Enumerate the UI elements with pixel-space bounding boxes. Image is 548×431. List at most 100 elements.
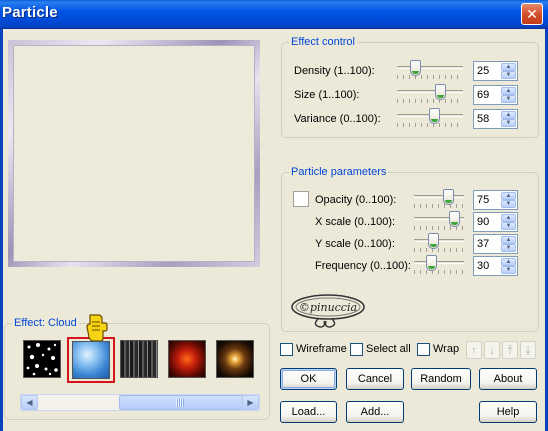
move-bottom-button[interactable]: ⤓ <box>520 341 536 359</box>
select-all-checkbox[interactable] <box>350 343 363 356</box>
cancel-button[interactable]: Cancel <box>346 368 404 390</box>
scroll-grip <box>176 399 184 407</box>
window-title: Particle <box>2 4 58 21</box>
particle-param-slider-ticks-0 <box>414 204 464 208</box>
spin-down-icon[interactable]: ▼ <box>501 222 516 230</box>
effect-control-spin-buttons-1[interactable]: ▲ ▼ <box>501 87 516 103</box>
load-button[interactable]: Load... <box>280 401 337 423</box>
preview-canvas <box>13 45 255 262</box>
title-bar: Particle ✕ <box>0 0 548 29</box>
spin-up-icon[interactable]: ▲ <box>501 63 516 71</box>
preview-frame <box>8 40 260 267</box>
particle-param-spin-buttons-0[interactable]: ▲ ▼ <box>501 192 516 208</box>
effect-thumb-sparkle[interactable] <box>216 340 254 378</box>
effect-control-spin-input-0[interactable]: 25 ▲ ▼ <box>473 61 518 81</box>
wireframe-label: Wireframe <box>296 343 347 355</box>
spin-up-icon[interactable]: ▲ <box>501 192 516 200</box>
opacity-checkbox[interactable] <box>293 191 309 207</box>
particle-param-slider-thumb-3[interactable] <box>425 255 437 271</box>
spin-down-icon[interactable]: ▼ <box>501 200 516 208</box>
effect-control-spin-buttons-0[interactable]: ▲ ▼ <box>501 63 516 79</box>
particle-param-label-2: Y scale (0..100): <box>315 238 395 250</box>
effect-control-spin-buttons-2[interactable]: ▲ ▼ <box>501 111 516 127</box>
particle-param-spin-value-1: 90 <box>477 216 490 228</box>
particle-param-spin-value-3: 30 <box>477 260 490 272</box>
effect-thumb-cloud[interactable] <box>72 341 110 379</box>
wireframe-checkbox[interactable] <box>280 343 293 356</box>
effect-control-spin-input-2[interactable]: 58 ▲ ▼ <box>473 109 518 129</box>
scroll-thumb[interactable] <box>119 395 243 410</box>
spin-down-icon[interactable]: ▼ <box>501 119 516 127</box>
effect-control-spin-value-1: 69 <box>477 89 490 101</box>
effect-control-label-1: Size (1..100): <box>294 89 360 101</box>
particle-param-slider-track-3[interactable] <box>414 261 464 264</box>
effect-group-title: Effect: Cloud <box>12 317 79 329</box>
particle-param-label-0: Opacity (0..100): <box>315 194 397 206</box>
particle-param-slider-track-0[interactable] <box>414 195 464 198</box>
particle-param-label-1: X scale (0..100): <box>315 216 396 228</box>
window-frame-left <box>0 29 3 431</box>
particle-param-spin-input-3[interactable]: 30 ▲ ▼ <box>473 256 518 276</box>
particle-parameters-title: Particle parameters <box>289 166 389 178</box>
help-button[interactable]: Help <box>479 401 537 423</box>
add-button[interactable]: Add... <box>346 401 404 423</box>
spin-up-icon[interactable]: ▲ <box>501 111 516 119</box>
chevron-left-icon: ◀ <box>26 398 33 407</box>
effect-control-slider-ticks-2 <box>397 123 463 127</box>
effect-thumb-fire[interactable] <box>168 340 206 378</box>
effect-control-spin-value-2: 58 <box>477 113 490 125</box>
pinuccia-watermark: ©pinuccia <box>291 294 365 328</box>
effect-thumb-stars[interactable] <box>23 340 61 378</box>
close-button[interactable]: ✕ <box>521 3 543 25</box>
particle-param-spin-value-2: 37 <box>477 238 490 250</box>
effect-scrollbar[interactable]: ◀ ▶ <box>20 394 260 411</box>
spin-up-icon[interactable]: ▲ <box>501 236 516 244</box>
scroll-left-button[interactable]: ◀ <box>21 395 38 410</box>
particle-param-spin-input-2[interactable]: 37 ▲ ▼ <box>473 234 518 254</box>
move-top-button[interactable]: ⤒ <box>502 341 518 359</box>
particle-param-spin-input-0[interactable]: 75 ▲ ▼ <box>473 190 518 210</box>
effect-control-slider-ticks-0 <box>397 75 463 79</box>
arrow-to-bottom-icon: ⤓ <box>525 343 531 357</box>
effect-control-slider-thumb-0[interactable] <box>410 60 422 76</box>
spin-up-icon[interactable]: ▲ <box>501 258 516 266</box>
effect-control-slider-thumb-1[interactable] <box>434 84 446 100</box>
effect-control-slider-track-1[interactable] <box>397 90 463 93</box>
scroll-right-button[interactable]: ▶ <box>242 395 259 410</box>
ok-button[interactable]: OK <box>280 368 337 390</box>
pointing-hand-icon <box>86 314 108 341</box>
particle-param-spin-buttons-3[interactable]: ▲ ▼ <box>501 258 516 274</box>
particle-param-slider-thumb-0[interactable] <box>443 189 455 205</box>
effect-thumb-smoke[interactable] <box>120 340 158 378</box>
effect-control-spin-input-1[interactable]: 69 ▲ ▼ <box>473 85 518 105</box>
spin-down-icon[interactable]: ▼ <box>501 244 516 252</box>
spin-down-icon[interactable]: ▼ <box>501 71 516 79</box>
arrow-down-icon: ↓ <box>489 343 495 357</box>
stars-preview-image <box>26 343 58 376</box>
spin-up-icon[interactable]: ▲ <box>501 214 516 222</box>
select-all-label: Select all <box>366 343 411 355</box>
effect-control-spin-value-0: 25 <box>477 65 490 77</box>
particle-param-slider-thumb-2[interactable] <box>428 233 440 249</box>
particle-param-spin-buttons-1[interactable]: ▲ ▼ <box>501 214 516 230</box>
particle-param-spin-buttons-2[interactable]: ▲ ▼ <box>501 236 516 252</box>
random-button[interactable]: Random <box>411 368 471 390</box>
effect-control-slider-ticks-1 <box>397 99 463 103</box>
chevron-right-icon: ▶ <box>247 398 254 407</box>
wrap-checkbox[interactable] <box>417 343 430 356</box>
wrap-label: Wrap <box>433 343 460 355</box>
spin-up-icon[interactable]: ▲ <box>501 87 516 95</box>
effect-control-label-2: Variance (0..100): <box>294 113 381 125</box>
spin-down-icon[interactable]: ▼ <box>501 95 516 103</box>
move-up-button[interactable]: ↑ <box>466 341 482 359</box>
particle-param-spin-input-1[interactable]: 90 ▲ ▼ <box>473 212 518 232</box>
move-down-button[interactable]: ↓ <box>484 341 500 359</box>
about-button[interactable]: About <box>479 368 537 390</box>
effect-control-slider-track-0[interactable] <box>397 66 463 69</box>
particle-param-slider-ticks-2 <box>414 248 464 252</box>
particle-param-spin-value-0: 75 <box>477 194 490 206</box>
spin-down-icon[interactable]: ▼ <box>501 266 516 274</box>
particle-param-slider-ticks-3 <box>414 270 464 274</box>
particle-param-slider-thumb-1[interactable] <box>449 211 461 227</box>
effect-control-slider-thumb-2[interactable] <box>428 108 440 124</box>
